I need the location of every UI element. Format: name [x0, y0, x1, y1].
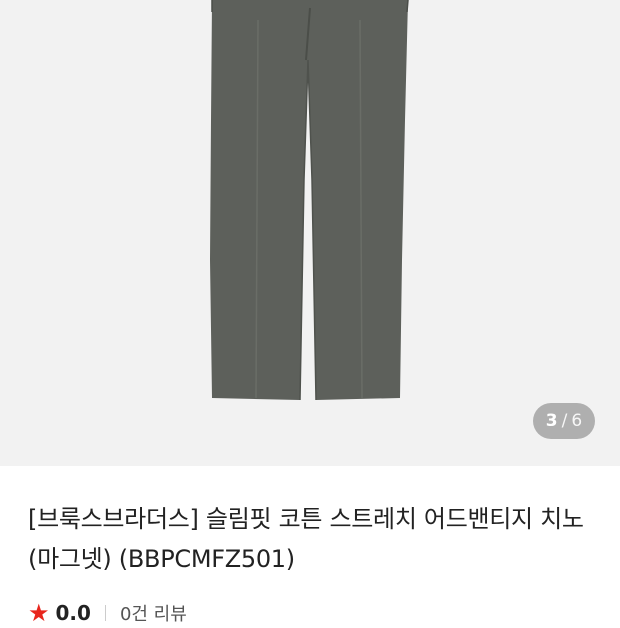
rating-score: 0.0: [55, 601, 91, 625]
review-count-link[interactable]: 0건 리뷰: [120, 600, 187, 626]
product-image-gallery[interactable]: 3 / 6: [0, 0, 620, 466]
page-separator: /: [561, 411, 568, 431]
star-icon: ★: [28, 599, 50, 627]
product-image: [210, 0, 409, 401]
rating-row: ★ 0.0 0건 리뷰: [28, 598, 620, 628]
total-pages: 6: [571, 411, 583, 431]
divider: [104, 605, 106, 621]
product-info: [브룩스브라더스] 슬림핏 코튼 스트레치 어드밴티지 치노 (마그넷) (BB…: [0, 466, 620, 628]
current-page: 3: [545, 411, 558, 431]
image-page-indicator: 3 / 6: [533, 403, 595, 439]
pants-shape: [210, 0, 408, 400]
product-title: [브룩스브라더스] 슬림핏 코튼 스트레치 어드밴티지 치노 (마그넷) (BB…: [28, 505, 584, 573]
